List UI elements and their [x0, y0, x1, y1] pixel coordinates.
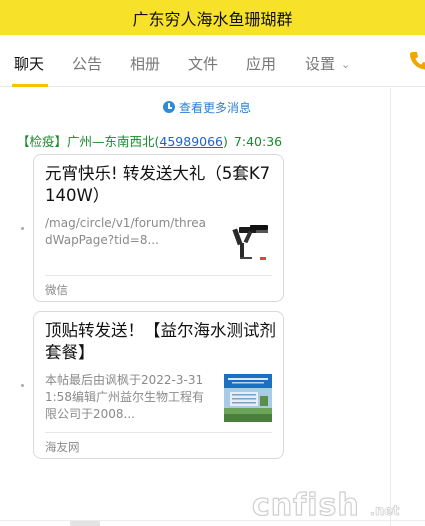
card-source: 微信 — [45, 283, 68, 297]
tab-files[interactable]: 文件 — [188, 53, 218, 74]
group-title: 广东穷人海水鱼珊瑚群 — [132, 9, 293, 29]
active-tab-indicator — [12, 84, 48, 87]
card-source: 海友网 — [45, 440, 80, 454]
clock-icon — [163, 101, 175, 113]
card-description: 本帖最后由讽枫于2022-3-311:58编辑广州益尔生物工程有限公司于2008… — [45, 373, 204, 421]
card-title: 顶贴转发送！【益尔海水测试剂套餐】 — [45, 321, 276, 362]
share-card-2[interactable]: 顶贴转发送！【益尔海水测试剂套餐】 本帖最后由讽枫于2022-3-311:58编… — [33, 311, 284, 459]
tab-settings[interactable]: 设置 ⌄ — [305, 53, 350, 74]
cnfish-watermark: cnfish .net — [252, 487, 400, 521]
window-title-bar: 广东穷人海水鱼珊瑚群 — [0, 0, 425, 35]
svg-text:.net: .net — [370, 504, 399, 519]
share-card-1[interactable]: 元宵快乐! 转发送大礼（5套K7 140W） /mag/circle/v1/fo… — [33, 154, 284, 302]
tab-album[interactable]: 相册 — [130, 53, 160, 74]
view-more-messages-link[interactable]: 查看更多消息 — [163, 99, 251, 115]
message-bullet — [21, 227, 24, 230]
view-more-label: 查看更多消息 — [179, 100, 252, 115]
company-building-image — [224, 374, 272, 422]
card-divider — [45, 275, 272, 276]
message-sender-line: 【检疫】广州—东南西北(45989066) 7:40:36 — [17, 131, 282, 150]
tab-announcements[interactable]: 公告 — [72, 53, 102, 74]
panel-divider — [390, 88, 391, 526]
sender-suffix: ) — [223, 134, 228, 149]
chevron-down-icon: ⌄ — [341, 58, 351, 71]
card-divider — [45, 432, 272, 433]
tab-bar: 聊天 公告 相册 文件 应用 设置 ⌄ — [0, 35, 425, 87]
scroll-handle[interactable] — [70, 521, 100, 526]
svg-text:cnfish: cnfish — [252, 488, 360, 521]
chat-window: 广东穷人海水鱼珊瑚群 聊天 公告 相册 文件 应用 设置 ⌄ 查看更多消息 【检疫… — [0, 0, 425, 526]
sender-qq-link[interactable]: 45989066 — [159, 134, 223, 149]
tab-chat[interactable]: 聊天 — [14, 53, 44, 74]
message-time: 7:40:36 — [233, 134, 283, 149]
sender-name: 【检疫】广州—东南西北( — [17, 134, 160, 149]
message-bullet — [21, 384, 24, 387]
card-description: /mag/circle/v1/forum/threadWapPage?tid=8… — [45, 216, 207, 247]
card-title: 元宵快乐! 转发送大礼（5套K7 140W） — [45, 164, 271, 205]
aquarium-lamp-image — [226, 217, 274, 265]
phone-icon[interactable] — [408, 50, 425, 72]
tab-settings-label: 设置 — [305, 55, 336, 73]
tab-apps[interactable]: 应用 — [246, 53, 276, 74]
